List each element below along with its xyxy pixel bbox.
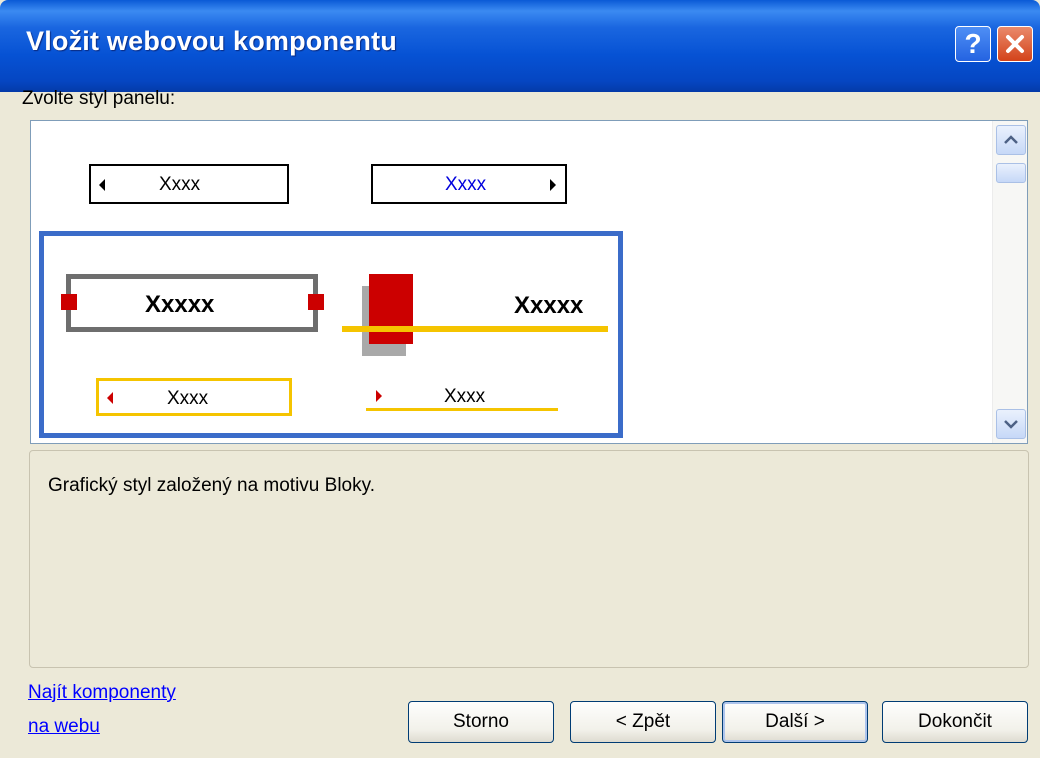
red-handle-left-icon [61, 294, 77, 310]
style-option-bloky-selected[interactable]: Xxxxx Xxxxx Xxxx Xxxx [39, 231, 623, 438]
sample-block-box: Xxxxx [66, 274, 318, 332]
back-button[interactable]: < Zpět [570, 701, 716, 743]
sample-small-box: Xxxx [96, 378, 292, 416]
help-button[interactable]: ? [955, 26, 991, 62]
list-scrollbar[interactable] [992, 121, 1027, 443]
style-option-label: Xxxx [159, 174, 201, 195]
cancel-button[interactable]: Storno [408, 701, 554, 743]
scroll-down-button[interactable] [996, 409, 1026, 439]
help-icon: ? [964, 28, 982, 59]
finish-button[interactable]: Dokončit [882, 701, 1028, 743]
right-arrow-icon [376, 390, 382, 402]
sample-underline [366, 408, 558, 411]
sample-red-block [369, 274, 413, 344]
sample-yellow-line [342, 326, 608, 332]
scroll-thumb[interactable] [996, 163, 1026, 183]
chevron-down-icon [1004, 420, 1018, 429]
sample-block-label: Xxxxx [145, 291, 215, 318]
style-option-simple-right[interactable]: Xxxx [371, 164, 567, 204]
dialog-window: Vložit webovou komponentu ? Zvolte styl … [0, 0, 1040, 758]
chevron-up-icon [1004, 135, 1018, 144]
panel-style-label: Zvolte styl panelu: [22, 88, 176, 109]
red-handle-right-icon [308, 294, 324, 310]
style-option-label: Xxxx [445, 174, 487, 195]
window-title: Vložit webovou komponentu [26, 26, 397, 56]
title-bar[interactable]: Vložit webovou komponentu ? [0, 0, 1040, 92]
sample-block-label-right: Xxxxx [514, 292, 584, 319]
description-text: Grafický styl založený na motivu Bloky. [48, 475, 375, 496]
right-arrow-icon [550, 179, 556, 191]
description-panel: Grafický styl založený na motivu Bloky. [29, 450, 1029, 668]
find-components-link-continued[interactable]: na webu [28, 716, 100, 738]
sample-small-label-right: Xxxx [444, 386, 486, 407]
left-arrow-icon [99, 179, 105, 191]
close-button[interactable] [997, 26, 1033, 62]
style-option-simple-left[interactable]: Xxxx [89, 164, 289, 204]
scroll-up-button[interactable] [996, 125, 1026, 155]
panel-style-list[interactable]: Xxxx Xxxx Xxxxx Xxxxx Xxxx Xxxx [30, 120, 1028, 444]
sample-small-label: Xxxx [167, 388, 209, 409]
next-button[interactable]: Další > [722, 701, 868, 743]
left-arrow-icon [107, 392, 113, 404]
find-components-link[interactable]: Najít komponenty [28, 682, 176, 704]
close-icon [1006, 35, 1024, 53]
